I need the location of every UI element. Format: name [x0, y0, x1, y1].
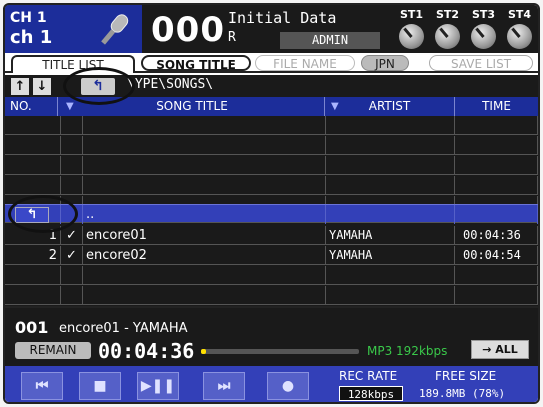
sort-down-button[interactable]: ↓	[33, 78, 51, 95]
list-item-empty	[5, 266, 538, 285]
song-list[interactable]: ↰ .. 1 ✓ encore01 YAMAHA 00:04:36 2 ✓ en…	[5, 116, 538, 306]
audio-format: MP3 192kbps	[367, 344, 448, 358]
sort-indicator-icon: ▼	[331, 101, 339, 112]
scene-name: Initial Data	[228, 9, 337, 27]
st-knob-1[interactable]: ST1	[394, 5, 429, 53]
sort-up-button[interactable]: ↑	[11, 78, 29, 95]
st-label: ST3	[471, 8, 496, 21]
free-size-label: FREE SIZE	[435, 369, 497, 383]
record-icon[interactable]: ●	[267, 372, 309, 400]
st-knob-3[interactable]: ST3	[466, 5, 501, 53]
st-knob-2[interactable]: ST2	[430, 5, 465, 53]
rec-rate-label: REC RATE	[339, 369, 398, 383]
list-item-empty	[5, 156, 538, 175]
table-row[interactable]: 1 ✓ encore01 YAMAHA 00:04:36	[5, 226, 538, 245]
st-label: ST4	[507, 8, 532, 21]
next-icon[interactable]: ⏭	[203, 372, 245, 400]
table-row[interactable]: 2 ✓ encore02 YAMAHA 00:04:54	[5, 246, 538, 265]
current-path: \YPE\SONGS\	[127, 77, 214, 92]
rec-rate-button[interactable]: 128kbps	[339, 386, 403, 401]
song-time: 00:04:36	[455, 226, 538, 245]
jpn-button[interactable]: JPN	[361, 55, 409, 71]
song-number: 2	[5, 246, 61, 265]
stop-icon[interactable]: ■	[79, 372, 121, 400]
transport-bar: ⏮ ■ ▶❚❚ ⏭ ● REC RATE 128kbps FREE SIZE 1…	[5, 366, 538, 402]
usb-recorder-window: CH 1 ch 1 000 Initial Data R ADMIN ST1 S…	[3, 3, 540, 404]
knob-icon	[507, 24, 532, 49]
user-level-badge: ADMIN	[280, 32, 380, 49]
song-time: 00:04:54	[455, 246, 538, 265]
remaining-time: 00:04:36	[98, 339, 195, 363]
st-knob-4[interactable]: ST4	[502, 5, 537, 53]
now-playing: 001 encore01 - YAMAHA REMAIN 00:04:36 MP…	[5, 308, 538, 366]
now-playing-title: encore01 - YAMAHA	[59, 321, 188, 336]
channel-name: ch 1	[10, 27, 53, 48]
column-label: ARTIST	[368, 99, 411, 113]
column-label: SONG TITLE	[156, 99, 228, 113]
header-bar: CH 1 ch 1 000 Initial Data R ADMIN ST1 S…	[5, 5, 538, 53]
play-pause-icon[interactable]: ▶❚❚	[137, 372, 179, 400]
microphone-icon	[101, 14, 129, 45]
list-item-empty	[5, 176, 538, 195]
save-list-button[interactable]: SAVE LIST	[429, 55, 533, 71]
knob-icon	[471, 24, 496, 49]
knob-icon	[435, 24, 460, 49]
song-title: encore01	[83, 226, 326, 245]
st-label: ST1	[399, 8, 424, 21]
list-item-empty	[5, 286, 538, 305]
song-title: encore02	[83, 246, 326, 265]
annotation-circle	[63, 67, 135, 105]
channel-number: CH 1	[10, 10, 47, 26]
check-icon[interactable]: ✓	[61, 246, 83, 265]
annotation-circle	[8, 195, 78, 233]
remain-button[interactable]: REMAIN	[15, 342, 91, 359]
song-artist: YAMAHA	[326, 246, 455, 265]
column-no[interactable]: NO.	[5, 97, 58, 116]
st-label: ST2	[435, 8, 460, 21]
parent-folder-label: ..	[83, 205, 326, 224]
song-artist: YAMAHA	[326, 226, 455, 245]
scene-display[interactable]: 000 Initial Data R ADMIN	[146, 5, 388, 53]
scene-status: R	[228, 30, 236, 45]
channel-display[interactable]: CH 1 ch 1	[5, 5, 142, 53]
list-item-parent-folder[interactable]: ↰ ..	[5, 204, 538, 224]
progress-bar	[201, 349, 359, 354]
free-size-value: 189.8MB (78%)	[419, 387, 506, 400]
song-title-button[interactable]: SONG TITLE	[141, 55, 251, 72]
progress-fill	[201, 349, 206, 354]
column-time[interactable]: TIME	[455, 97, 538, 116]
repeat-mode-button[interactable]: → ALL	[471, 340, 529, 359]
sort-indicator-icon: ▼	[66, 101, 74, 112]
file-name-button[interactable]: FILE NAME	[255, 55, 355, 71]
player-panel: 001 encore01 - YAMAHA REMAIN 00:04:36 MP…	[5, 306, 538, 402]
scene-number: 000	[151, 10, 225, 50]
column-artist[interactable]: ▼ ARTIST	[325, 97, 455, 116]
previous-icon[interactable]: ⏮	[21, 372, 63, 400]
list-item-empty	[5, 136, 538, 155]
list-item-empty	[5, 116, 538, 135]
knob-icon	[399, 24, 424, 49]
now-playing-number: 001	[15, 318, 49, 337]
